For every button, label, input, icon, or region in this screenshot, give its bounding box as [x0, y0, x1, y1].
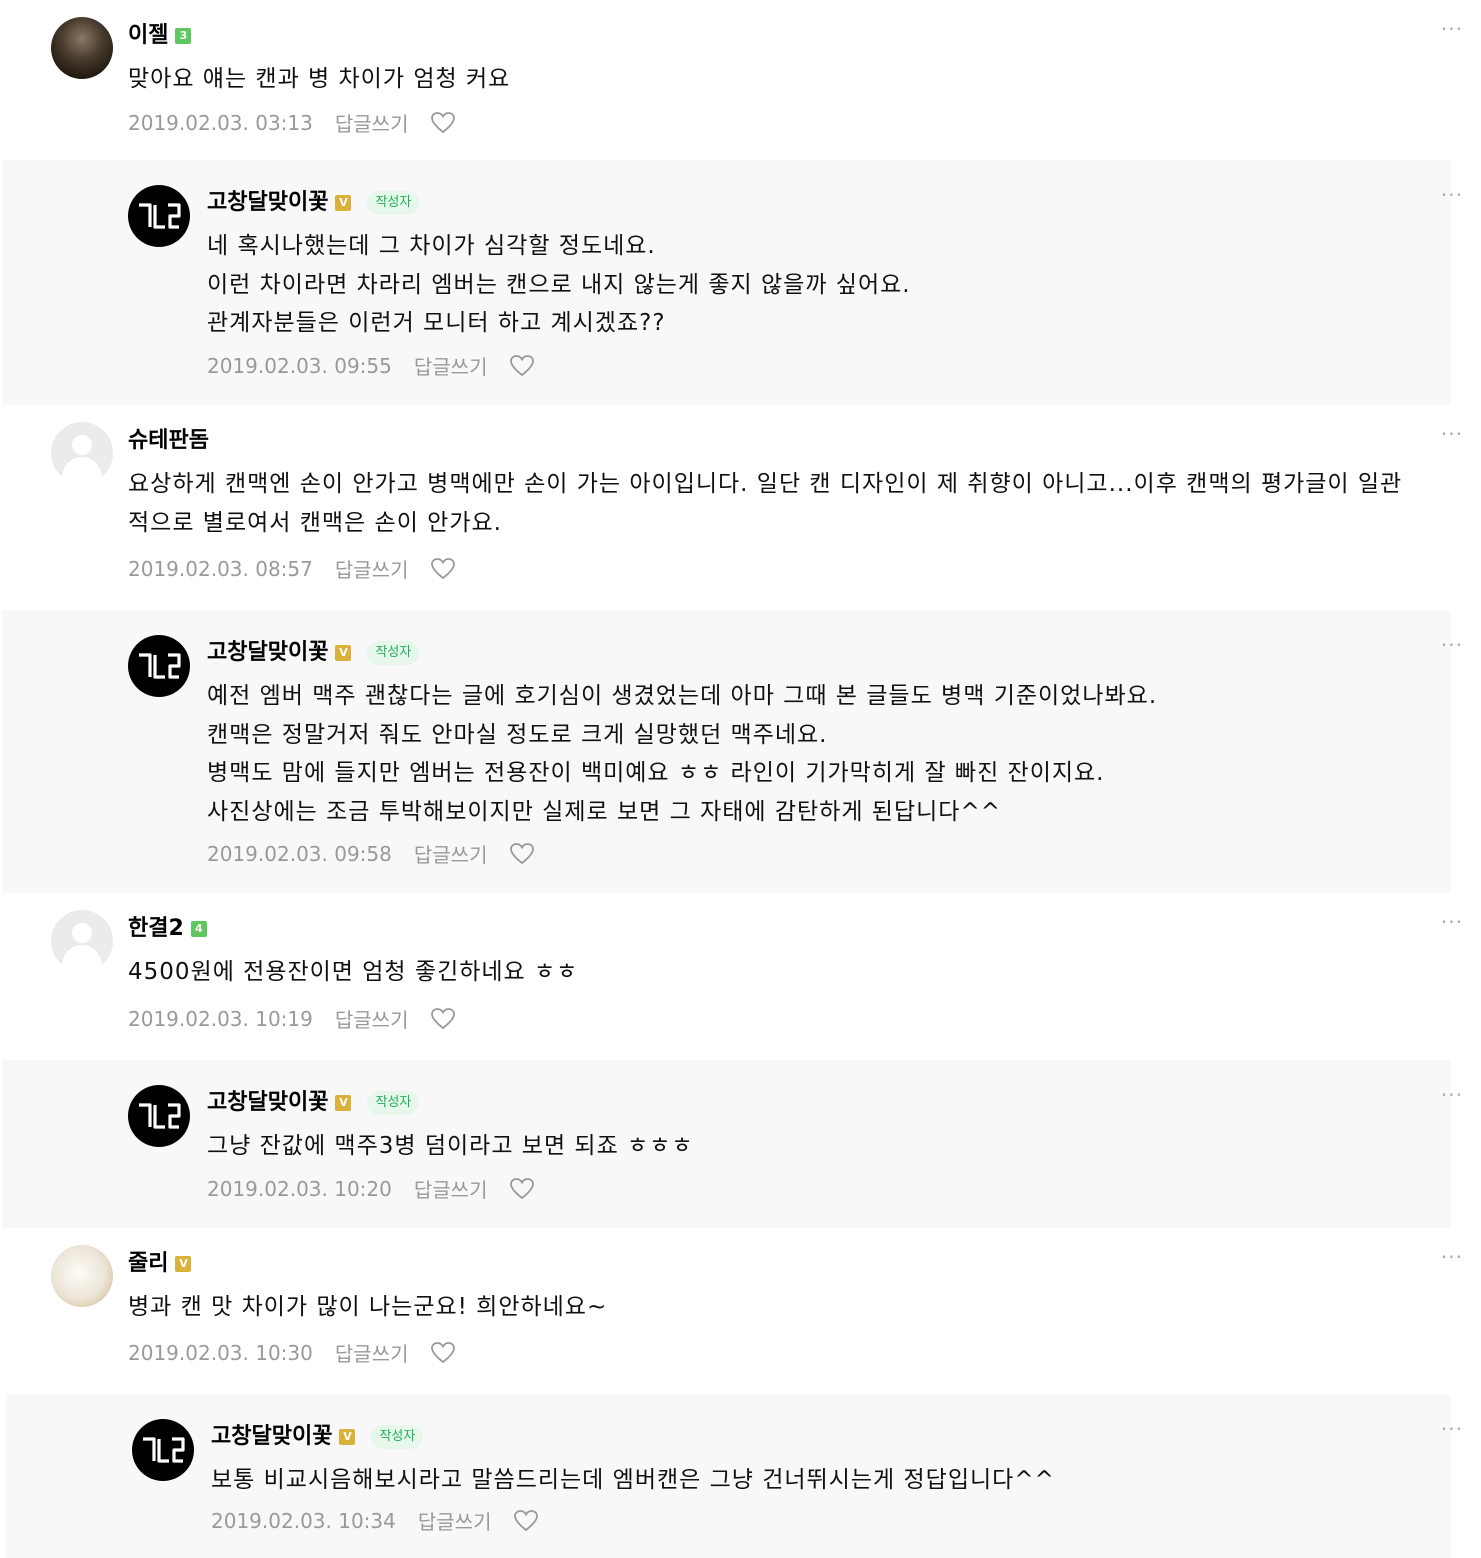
comment-text: 병과 캔 맛 차이가 많이 나는군요! 희안하네요~	[128, 1294, 608, 1320]
comment-meta: 2019.02.03. 10:34 답글쓰기	[211, 1506, 539, 1535]
reply-comment-item: 고창달맞이꽃 V 작성자 ··· 그냥 잔값에 맥주3병 덤이라고 보면 되죠 …	[2, 1060, 1462, 1228]
heart-icon[interactable]	[430, 1341, 456, 1365]
more-options-icon[interactable]: ···	[1441, 635, 1463, 655]
comment-text: 요상하게 캔맥엔 손이 안가고 병맥에만 손이 가는 아이입니다. 일단 캔 디…	[128, 471, 1403, 536]
reply-comment-item: 고창달맞이꽃 V 작성자 ··· 예전 엠버 맥주 괜찮다는 글에 호기심이 생…	[2, 610, 1462, 893]
comment-item: 한결2 4 ··· 4500원에 전용잔이면 엄청 좋긴하네요 ㅎㅎ 2019.…	[0, 893, 1481, 1060]
verified-badge: V	[335, 645, 352, 661]
more-options-icon[interactable]: ···	[1441, 1419, 1463, 1439]
more-options-icon[interactable]: ···	[1441, 912, 1463, 932]
verified-badge: V	[335, 195, 352, 211]
comment-text: 맞아요 얘는 캔과 병 차이가 엄청 커요	[128, 66, 511, 92]
comment-text: 보통 비교시음해보시라고 말씀드리는데 엠버캔은 그냥 건너뛰시는게 정답입니다…	[211, 1467, 1055, 1493]
blog-logo-icon	[136, 1100, 182, 1132]
comment-header: 줄리 V	[128, 1246, 192, 1282]
comment-item: 이젤 3 ··· 맞아요 얘는 캔과 병 차이가 엄청 커요 2019.02.0…	[0, 0, 1481, 160]
comment-date: 2019.02.03. 10:19	[128, 1006, 313, 1031]
nickname[interactable]: 이젤	[128, 18, 168, 54]
heart-icon[interactable]	[513, 1509, 539, 1533]
avatar[interactable]	[51, 1245, 113, 1307]
comment-meta: 2019.02.03. 10:20 답글쓰기	[207, 1174, 535, 1203]
blog-logo-icon	[140, 1434, 186, 1466]
avatar[interactable]	[51, 17, 113, 79]
level-badge: 3	[175, 28, 192, 44]
comment-meta: 2019.02.03. 10:19 답글쓰기	[128, 1004, 456, 1033]
avatar[interactable]	[132, 1419, 194, 1481]
avatar-default-icon[interactable]	[51, 422, 113, 484]
nickname[interactable]: 고창달맞이꽃	[207, 1085, 328, 1121]
heart-icon[interactable]	[430, 557, 456, 581]
comment-meta: 2019.02.03. 08:57 답글쓰기	[128, 554, 456, 583]
more-options-icon[interactable]: ···	[1441, 424, 1463, 444]
comment-text: 4500원에 전용잔이면 엄청 좋긴하네요 ㅎㅎ	[128, 959, 579, 985]
comment-header: 고창달맞이꽃 V 작성자	[207, 185, 420, 221]
nickname[interactable]: 고창달맞이꽃	[211, 1419, 332, 1455]
comment-date: 2019.02.03. 09:58	[207, 841, 392, 866]
verified-badge: V	[335, 1095, 352, 1111]
blog-logo-icon	[136, 200, 182, 232]
comment-meta: 2019.02.03. 09:58 답글쓰기	[207, 839, 535, 868]
blog-logo-icon	[136, 650, 182, 682]
comment-header: 고창달맞이꽃 V 작성자	[207, 635, 420, 671]
nickname[interactable]: 줄리	[128, 1246, 168, 1282]
comment-text: 네 혹시나했는데 그 차이가 심각할 정도네요. 이런 차이라면 차라리 엠버는…	[207, 233, 911, 336]
comment-meta: 2019.02.03. 03:13 답글쓰기	[128, 108, 456, 137]
comment-date: 2019.02.03. 10:20	[207, 1176, 392, 1201]
comment-header: 고창달맞이꽃 V 작성자	[207, 1085, 420, 1121]
reply-button[interactable]: 답글쓰기	[335, 1004, 409, 1033]
reply-button[interactable]: 답글쓰기	[414, 351, 488, 380]
comment-date: 2019.02.03. 03:13	[128, 110, 313, 135]
comment-date: 2019.02.03. 10:34	[211, 1508, 396, 1533]
comment-meta: 2019.02.03. 10:30 답글쓰기	[128, 1338, 456, 1367]
author-tag: 작성자	[371, 1425, 424, 1449]
avatar-default-icon[interactable]	[51, 910, 113, 972]
nickname[interactable]: 고창달맞이꽃	[207, 185, 328, 221]
comment-header: 이젤 3	[128, 18, 192, 54]
more-options-icon[interactable]: ···	[1441, 185, 1463, 205]
comment-text: 그냥 잔값에 맥주3병 덤이라고 보면 되죠 ㅎㅎㅎ	[207, 1133, 694, 1159]
comment-meta: 2019.02.03. 09:55 답글쓰기	[207, 351, 535, 380]
reply-button[interactable]: 답글쓰기	[418, 1506, 492, 1535]
reply-comment-item: 고창달맞이꽃 V 작성자 ··· 네 혹시나했는데 그 차이가 심각할 정도네요…	[2, 160, 1462, 405]
heart-icon[interactable]	[509, 354, 535, 378]
avatar[interactable]	[128, 635, 190, 697]
nickname[interactable]: 한결2	[128, 911, 184, 947]
level-badge: 4	[190, 921, 207, 937]
author-tag: 작성자	[367, 191, 420, 215]
comment-date: 2019.02.03. 08:57	[128, 556, 313, 581]
more-options-icon[interactable]: ···	[1441, 1247, 1463, 1267]
heart-icon[interactable]	[509, 842, 535, 866]
more-options-icon[interactable]: ···	[1441, 1085, 1463, 1105]
reply-button[interactable]: 답글쓰기	[335, 108, 409, 137]
comment-header: 슈테판돔	[128, 423, 209, 459]
reply-button[interactable]: 답글쓰기	[414, 839, 488, 868]
more-options-icon[interactable]: ···	[1441, 19, 1463, 39]
reply-button[interactable]: 답글쓰기	[335, 1338, 409, 1367]
comment-header: 한결2 4	[128, 911, 207, 947]
reply-button[interactable]: 답글쓰기	[335, 554, 409, 583]
comment-date: 2019.02.03. 09:55	[207, 353, 392, 378]
author-tag: 작성자	[367, 1091, 420, 1115]
nickname[interactable]: 고창달맞이꽃	[207, 635, 328, 671]
comment-item: 줄리 V ··· 병과 캔 맛 차이가 많이 나는군요! 희안하네요~ 2019…	[0, 1228, 1481, 1394]
comment-date: 2019.02.03. 10:30	[128, 1340, 313, 1365]
comment-header: 고창달맞이꽃 V 작성자	[211, 1419, 424, 1455]
heart-icon[interactable]	[430, 111, 456, 135]
comment-text: 예전 엠버 맥주 괜찮다는 글에 호기심이 생겼었는데 아마 그때 본 글들도 …	[207, 683, 1158, 825]
author-tag: 작성자	[367, 641, 420, 665]
avatar[interactable]	[128, 1085, 190, 1147]
reply-comment-item: 고창달맞이꽃 V 작성자 ··· 보통 비교시음해보시라고 말씀드리는데 엠버캔…	[6, 1394, 1462, 1558]
nickname[interactable]: 슈테판돔	[128, 423, 209, 459]
verified-badge: V	[175, 1256, 192, 1272]
comment-item: 슈테판돔 ··· 요상하게 캔맥엔 손이 안가고 병맥에만 손이 가는 아이입니…	[0, 405, 1481, 610]
reply-button[interactable]: 답글쓰기	[414, 1174, 488, 1203]
avatar[interactable]	[128, 185, 190, 247]
verified-badge: V	[339, 1429, 356, 1445]
heart-icon[interactable]	[509, 1177, 535, 1201]
heart-icon[interactable]	[430, 1007, 456, 1031]
